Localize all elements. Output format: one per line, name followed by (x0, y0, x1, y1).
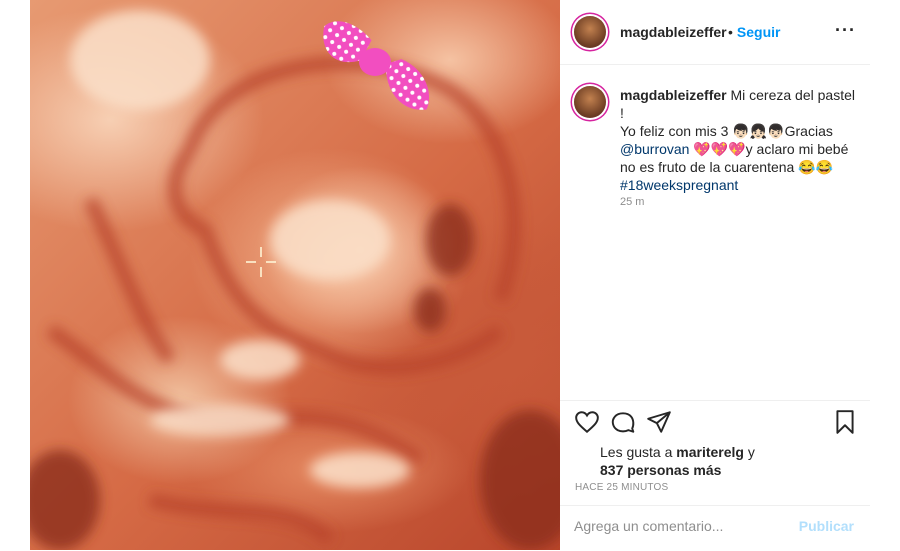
publish-button[interactable]: Publicar (799, 518, 854, 534)
likes-count[interactable]: 837 personas más (600, 462, 721, 478)
hashtag-link[interactable]: #18weekspregnant (620, 177, 738, 193)
crosshair-icon (246, 247, 276, 277)
comment-input[interactable]: Agrega un comentario... (574, 518, 723, 534)
likes-suffix: y (743, 444, 755, 460)
time-ago: HACE 25 MINUTOS (575, 482, 669, 493)
post-sidebar: magdableizeffer • Seguir ··· magdableizef… (560, 0, 870, 550)
heart-icon[interactable] (574, 409, 600, 435)
caption-text-2b: Gracias (784, 123, 833, 139)
paper-plane-icon[interactable] (646, 409, 672, 435)
post-image[interactable] (30, 0, 560, 550)
caption-username[interactable]: magdableizeffer (620, 87, 727, 103)
caption-avatar[interactable] (574, 86, 606, 118)
comment-box: Agrega un comentario... Publicar (560, 505, 870, 551)
likes-text[interactable]: Les gusta a mariterelg y 837 personas má… (600, 443, 755, 479)
follow-label: Seguir (736, 24, 781, 40)
mention-link[interactable]: @burrovan (620, 141, 689, 157)
caption-time: 25 m (620, 196, 645, 208)
more-icon[interactable]: ··· (835, 20, 856, 41)
laugh-emoji: 😂😂 (798, 159, 834, 175)
caption: magdableizeffer Mi cereza del pastel ! Y… (620, 86, 860, 194)
likes-prefix: Les gusta a (600, 444, 677, 460)
follow-button[interactable]: • Seguir (728, 24, 780, 40)
likes-user[interactable]: mariterelg (676, 444, 744, 460)
ultrasound-image (30, 10, 560, 550)
kids-emoji: 👦🏻👧🏻👦🏻 (732, 123, 785, 139)
hearts-emoji: 💖💖💖 (693, 141, 746, 157)
post-header: magdableizeffer • Seguir ··· (560, 0, 870, 65)
avatar[interactable] (574, 16, 606, 48)
caption-text-2a: Yo feliz con mis 3 (620, 123, 733, 139)
bookmark-icon[interactable] (832, 409, 858, 435)
header-username[interactable]: magdableizeffer (620, 24, 727, 40)
actions-bar: Les gusta a mariterelg y 837 personas má… (560, 400, 870, 511)
comment-icon[interactable] (610, 409, 636, 435)
separator-dot: • (728, 24, 733, 40)
